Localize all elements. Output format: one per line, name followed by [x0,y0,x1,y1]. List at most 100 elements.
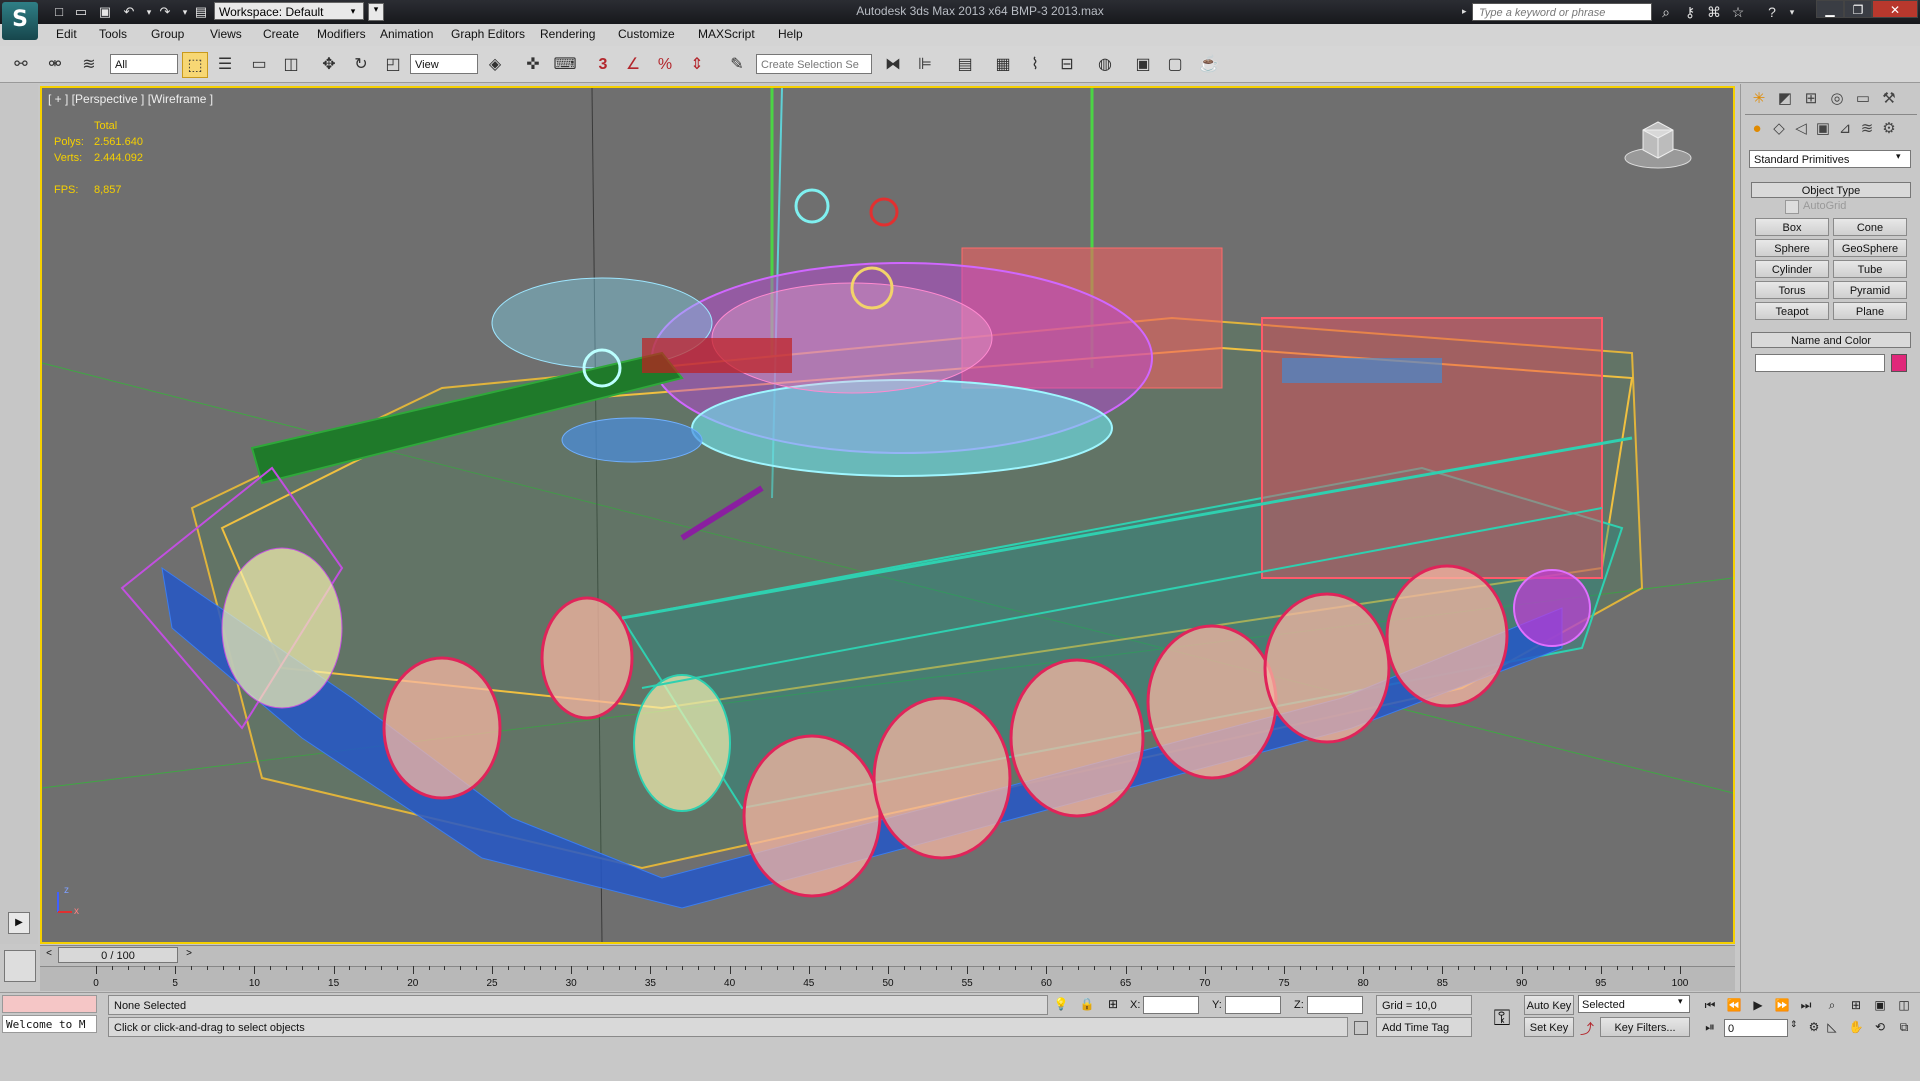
material-editor-icon[interactable]: ◍ [1092,52,1118,78]
close-button[interactable]: ✕ [1872,0,1918,18]
workspace-dropdown[interactable]: Workspace: Default [214,2,364,20]
mirror-icon[interactable]: ⧓ [880,52,906,78]
menu-views[interactable]: Views [210,27,242,41]
select-and-rotate-icon[interactable]: ↻ [348,52,374,78]
previous-frame-icon[interactable]: ⏪ [1724,995,1744,1015]
y-coord-input[interactable] [1225,996,1281,1014]
project-folder-icon[interactable]: ▤ [192,3,210,21]
menu-maxscript[interactable]: MAXScript [698,27,755,41]
select-by-name-icon[interactable]: ☰ [212,52,238,78]
autogrid-checkbox[interactable] [1785,200,1799,214]
layer-manager-icon[interactable]: ▤ [952,52,978,78]
plane-button[interactable]: Plane [1833,302,1907,320]
absolute-mode-icon[interactable]: ⊞ [1104,997,1122,1015]
redo-icon[interactable]: ↷ [156,3,174,21]
select-object-icon[interactable]: ⬚ [182,52,208,78]
name-and-color-rollout-header[interactable]: Name and Color [1751,332,1911,348]
binoculars-icon[interactable]: ⌕ [1656,2,1676,22]
menu-rendering[interactable]: Rendering [540,27,595,41]
edit-named-selection-icon[interactable]: ✎ [724,52,750,78]
zoom-icon[interactable]: ⌕ [1822,995,1842,1015]
menu-animation[interactable]: Animation [380,27,433,41]
current-frame-spinner-icon[interactable]: ⇕ [1790,1019,1802,1030]
key-mode-dropdown-arrow-icon[interactable]: ▾ [1678,996,1683,1007]
time-slider-prev-icon[interactable]: < [42,948,56,962]
subscription-center-icon[interactable]: ⚷ [1680,2,1700,22]
rectangular-selection-region-icon[interactable]: ▭ [246,52,272,78]
modify-tab-icon[interactable]: ◩ [1773,88,1797,110]
motion-tab-icon[interactable]: ◎ [1825,88,1849,110]
expand-play-icon[interactable]: ▶ [8,912,30,934]
create-tab-icon[interactable]: ✳ [1747,88,1771,110]
zoom-extents-all-icon[interactable]: ◫ [1894,995,1914,1015]
box-button[interactable]: Box [1755,218,1829,236]
maxscript-listener-pink[interactable] [2,995,97,1013]
search-input[interactable]: Type a keyword or phrase [1472,3,1652,21]
add-time-tag-button[interactable]: Add Time Tag [1376,1017,1472,1037]
menu-tools[interactable]: Tools [99,27,127,41]
utilities-tab-icon[interactable]: ⚒ [1877,88,1901,110]
key-filters-button[interactable]: Key Filters... [1600,1017,1690,1037]
time-slider-thumb[interactable]: 0 / 100 [58,947,178,963]
percent-snap-icon[interactable]: % [652,52,678,78]
sphere-button[interactable]: Sphere [1755,239,1829,257]
render-production-icon[interactable]: ☕ [1196,52,1222,78]
select-and-link-icon[interactable]: ⚯ [8,52,34,78]
menu-edit[interactable]: Edit [56,27,77,41]
menu-group[interactable]: Group [151,27,184,41]
named-selection-dropdown[interactable]: Create Selection Se [756,54,872,74]
select-and-manipulate-icon[interactable]: ✜ [520,52,546,78]
isolate-selection-icon[interactable]: 💡 [1052,997,1070,1015]
angle-snap-icon[interactable]: ∠ [620,52,646,78]
pyramid-button[interactable]: Pyramid [1833,281,1907,299]
viewport-label-menu[interactable]: [ + ] [Perspective ] [Wireframe ] [48,92,213,106]
mini-listener-toggle-icon[interactable] [4,950,36,982]
perspective-viewport[interactable]: [ + ] [Perspective ] [Wireframe ] Total … [40,86,1735,944]
keyboard-shortcut-override-icon[interactable]: ⌨ [552,52,578,78]
play-animation-icon[interactable]: ▶ [1748,995,1768,1015]
restore-button[interactable]: ❐ [1844,0,1872,18]
cameras-icon[interactable]: ▣ [1811,118,1835,140]
helpers-icon[interactable]: ⊿ [1833,118,1857,140]
key-mode-dropdown[interactable]: Selected [1578,995,1690,1013]
unlink-selection-icon[interactable]: ⚮ [42,52,68,78]
communication-center-icon[interactable]: ⌘ [1704,2,1724,22]
spinner-snap-icon[interactable]: ⇕ [684,52,710,78]
menu-modifiers[interactable]: Modifiers [317,27,366,41]
zoom-extents-icon[interactable]: ▣ [1870,995,1890,1015]
time-configuration-icon[interactable]: ⚙ [1804,1017,1824,1037]
shapes-icon[interactable]: ◇ [1767,118,1791,140]
schematic-view-icon[interactable]: ⊟ [1054,52,1080,78]
help-dropdown-icon[interactable]: ▾ [1782,2,1802,22]
default-in-out-tangents-icon[interactable]: ⤴ [1580,1019,1596,1037]
bind-to-space-warp-icon[interactable]: ≋ [76,52,102,78]
menu-graph-editors[interactable]: Graph Editors [451,27,525,41]
save-file-icon[interactable]: ▣ [96,3,114,21]
graphite-modeling-tools-icon[interactable]: ▦ [990,52,1016,78]
object-color-swatch[interactable] [1891,354,1907,372]
cone-button[interactable]: Cone [1833,218,1907,236]
rendered-frame-window-icon[interactable]: ▢ [1162,52,1188,78]
app-logo-icon[interactable]: S [2,2,38,40]
set-key-button[interactable]: Set Key [1524,1017,1574,1037]
undo-icon[interactable]: ↶ [120,3,138,21]
lights-icon[interactable]: ◁ [1789,118,1813,140]
pan-view-icon[interactable]: ✋ [1846,1017,1866,1037]
workspace-dropdown-arrow-icon[interactable]: ▾ [344,3,362,19]
object-type-rollout-header[interactable]: Object Type [1751,182,1911,198]
minimize-button[interactable]: ▁ [1816,0,1844,18]
align-icon[interactable]: ⊫ [912,52,938,78]
snaps-toggle-icon[interactable]: 3 [590,52,616,78]
select-and-scale-icon[interactable]: ◰ [380,52,406,78]
selection-filter-dropdown[interactable]: All [110,54,178,74]
open-file-icon[interactable]: ▭ [72,3,90,21]
display-tab-icon[interactable]: ▭ [1851,88,1875,110]
x-coord-input[interactable] [1143,996,1199,1014]
menu-create[interactable]: Create [263,27,299,41]
search-expand-icon[interactable]: ▸ [1462,6,1467,17]
favorites-star-icon[interactable]: ☆ [1728,2,1748,22]
go-to-end-icon[interactable]: ⏭ [1796,995,1816,1015]
systems-icon[interactable]: ⚙ [1877,118,1901,140]
zoom-all-icon[interactable]: ⊞ [1846,995,1866,1015]
menu-customize[interactable]: Customize [618,27,675,41]
